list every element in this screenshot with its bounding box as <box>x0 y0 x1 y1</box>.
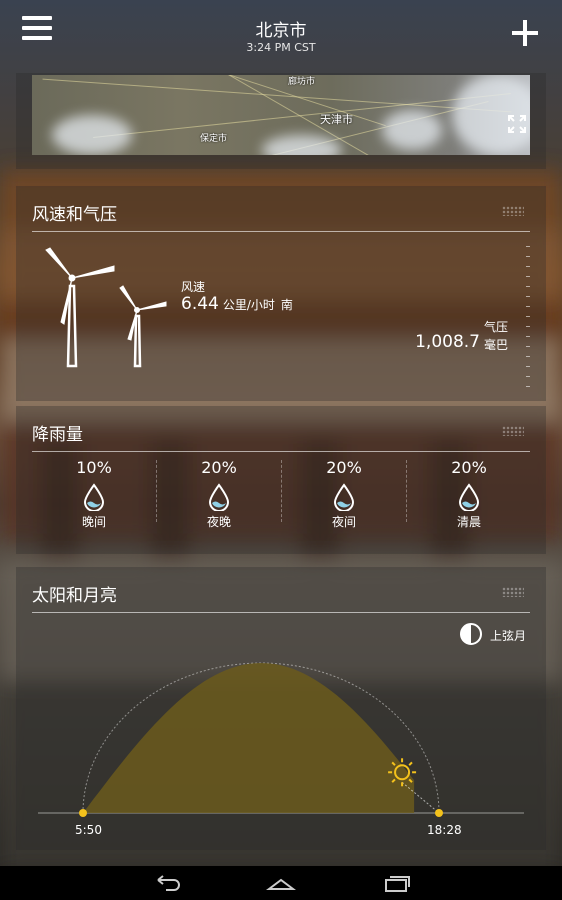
sun-ray <box>408 761 413 766</box>
map-card[interactable]: 廊坊市 天津市 保定市 <box>16 73 546 169</box>
divider <box>32 451 530 452</box>
precip-period-label: 夜晚 <box>206 515 231 529</box>
precip-percent: 20% <box>201 458 237 477</box>
precip-percent: 20% <box>326 458 362 477</box>
pressure-label: 气压 <box>484 320 509 334</box>
radar-map[interactable]: 廊坊市 天津市 保定市 <box>32 75 530 155</box>
pressure-value: 1,008.7 <box>415 332 480 352</box>
precipitation-card: 降雨量 10% 晚间 20% 夜晚 20% 夜间 20% 清晨 <box>16 406 546 554</box>
recents-icon[interactable] <box>382 872 412 894</box>
card-title: 风速和气压 <box>32 205 117 225</box>
card-title: 降雨量 <box>32 425 83 445</box>
local-time: 3:24 PM CST <box>246 41 316 54</box>
precip-period: 10% 晚间 <box>32 458 156 530</box>
wind-turbine-icon <box>45 247 167 368</box>
sun-moon-card: 太阳和月亮 上弦月 5:50 18:28 <box>16 567 546 850</box>
expand-icon[interactable] <box>508 115 526 133</box>
raindrop-icon <box>333 483 355 511</box>
wind-direction: 南 <box>280 298 293 312</box>
app-bar: 北京市 3:24 PM CST <box>0 0 562 70</box>
drag-handle[interactable] <box>502 426 524 436</box>
wind-speed-label: 风速 <box>181 280 206 294</box>
map-label-tianjin: 天津市 <box>320 113 353 126</box>
back-icon[interactable] <box>152 872 182 894</box>
wind-speed-unit: 公里/小时 <box>222 298 275 312</box>
wind-speed-value: 6.44 <box>181 294 219 314</box>
wind-speed: 6.44 公里/小时南 <box>181 294 293 314</box>
precip-period: 20% 夜晚 <box>157 458 281 530</box>
pressure-scale <box>526 246 530 396</box>
map-label-langfang: 廊坊市 <box>288 77 316 87</box>
plus-icon[interactable] <box>512 20 538 46</box>
wind-pressure-card: 风速和气压 风速 6.44 公里/小时南 气压 1,008.7 毫巴 <box>16 186 546 401</box>
city-name[interactable]: 北京市 <box>0 16 562 41</box>
sunset-dot <box>435 809 443 817</box>
precip-period: 20% 夜间 <box>282 458 406 530</box>
precip-percent: 10% <box>76 458 112 477</box>
precip-period-label: 夜间 <box>331 515 356 529</box>
precip-percent: 20% <box>451 458 487 477</box>
precip-period: 20% 清晨 <box>407 458 531 530</box>
system-nav-bar <box>0 866 562 900</box>
sunset-time: 18:28 <box>427 823 462 837</box>
home-icon[interactable] <box>266 872 296 894</box>
drag-handle[interactable] <box>502 206 524 216</box>
sunrise-dot <box>79 809 87 817</box>
divider <box>32 231 530 232</box>
pressure-unit: 毫巴 <box>484 338 509 352</box>
daylight-elapsed-area <box>83 663 415 813</box>
precip-period-label: 晚间 <box>81 515 106 529</box>
sunrise-time: 5:50 <box>75 823 102 837</box>
raindrop-icon <box>83 483 105 511</box>
sun-path-graph <box>38 662 524 817</box>
raindrop-icon <box>458 483 480 511</box>
raindrop-icon <box>208 483 230 511</box>
precip-period-label: 清晨 <box>456 515 481 529</box>
map-label-baoding: 保定市 <box>200 134 228 144</box>
